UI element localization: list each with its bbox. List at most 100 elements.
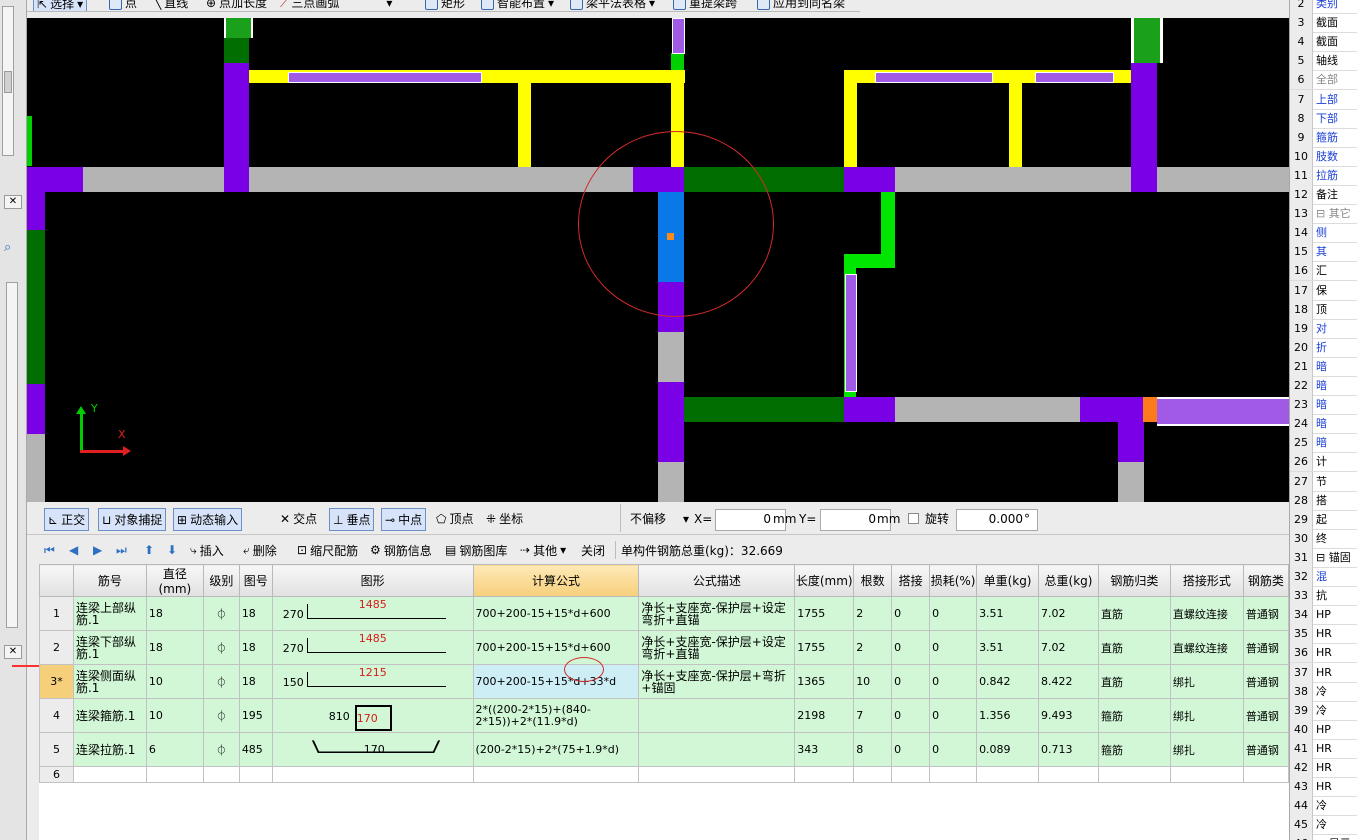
vertical-scrollbar[interactable] bbox=[2, 6, 14, 156]
property-row[interactable]: 45 冷 bbox=[1290, 815, 1357, 836]
shape-cell[interactable]: 170 bbox=[271, 732, 474, 767]
property-row[interactable]: 27 节 bbox=[1290, 471, 1357, 492]
scale-rebar-button[interactable]: ⊡ 缩尺配筋 bbox=[297, 541, 358, 559]
table-cell[interactable]: 直螺纹连接 bbox=[1169, 630, 1244, 665]
property-row[interactable]: 17 保 bbox=[1290, 280, 1357, 301]
table-cell[interactable] bbox=[238, 766, 273, 783]
property-row[interactable]: 21 暗 bbox=[1290, 356, 1357, 377]
table-cell[interactable]: 7 bbox=[853, 698, 893, 733]
first-record-icon[interactable]: ⏮ bbox=[44, 541, 55, 559]
col-header-formula[interactable]: 计算公式 bbox=[472, 564, 640, 597]
offset-mode-select[interactable]: 不偏移 ▾ bbox=[627, 508, 692, 529]
property-row[interactable]: 31 ⊟ 锚固 bbox=[1290, 547, 1357, 568]
description-cell[interactable] bbox=[638, 732, 796, 767]
grade-cell[interactable]: ⏀ bbox=[202, 596, 240, 631]
table-cell[interactable]: 3.51 bbox=[976, 596, 1040, 631]
coordinate-snap[interactable]: ⁜ 坐标 bbox=[483, 508, 526, 529]
property-row[interactable]: 34 HP bbox=[1290, 605, 1357, 626]
intersection-snap[interactable]: ✕ 交点 bbox=[277, 508, 320, 529]
formula-cell[interactable]: (200-2*15)+2*(75+1.9*d) bbox=[472, 732, 640, 767]
property-row[interactable]: 42 HR bbox=[1290, 758, 1357, 778]
shape-cell[interactable]: 150 1215 bbox=[271, 664, 474, 699]
rebar-name-cell[interactable]: 连梁下部纵筋.1 bbox=[72, 630, 147, 665]
table-cell[interactable]: 0 bbox=[929, 630, 978, 665]
table-row[interactable]: 5 连梁拉筋.1 6 ⏀ 485 170 (200-2*15)+2*(75+1.9*d) 34… bbox=[39, 732, 1289, 767]
grade-cell[interactable]: ⏀ bbox=[202, 664, 240, 699]
table-cell[interactable]: 0.842 bbox=[976, 664, 1040, 699]
table-cell[interactable]: 0 bbox=[929, 732, 978, 767]
table-cell[interactable]: 195 bbox=[238, 698, 273, 733]
table-row[interactable]: 1 连梁上部纵筋.1 18 ⏀ 18 270 1485 700+200-15+15*d+600… bbox=[39, 596, 1289, 631]
table-cell[interactable]: 9.493 bbox=[1038, 698, 1099, 733]
col-header[interactable]: 公式描述 bbox=[638, 564, 796, 597]
table-cell[interactable]: 343 bbox=[794, 732, 855, 767]
table-cell[interactable] bbox=[976, 766, 1040, 783]
table-cell[interactable]: 直筋 bbox=[1097, 664, 1171, 699]
table-cell[interactable]: 485 bbox=[238, 732, 273, 767]
property-row[interactable]: 3 截面 bbox=[1290, 13, 1357, 34]
property-row[interactable]: 24 暗 bbox=[1290, 414, 1357, 435]
table-cell[interactable]: 8 bbox=[853, 732, 893, 767]
grade-cell[interactable]: ⏀ bbox=[202, 698, 240, 733]
table-cell[interactable]: 1.356 bbox=[976, 698, 1040, 733]
close-icon[interactable]: ✕ bbox=[4, 195, 22, 209]
scroll-thumb[interactable] bbox=[4, 71, 12, 93]
table-cell[interactable]: 普通钢 bbox=[1242, 664, 1289, 699]
property-row[interactable]: 20 折 bbox=[1290, 337, 1357, 358]
other-menu-button[interactable]: ⇢ 其他 ▾ bbox=[520, 541, 566, 559]
table-cell[interactable]: 3.51 bbox=[976, 630, 1040, 665]
table-cell[interactable] bbox=[271, 766, 474, 783]
col-header[interactable]: 级别 bbox=[202, 564, 240, 597]
table-cell[interactable]: 普通钢 bbox=[1242, 698, 1289, 733]
dropdown-arrow-icon[interactable]: ▾ bbox=[77, 0, 83, 11]
table-cell[interactable]: 0 bbox=[929, 664, 978, 699]
table-cell[interactable]: 直螺纹连接 bbox=[1169, 596, 1244, 631]
table-cell[interactable] bbox=[638, 766, 796, 783]
table-cell[interactable]: 18 bbox=[238, 596, 273, 631]
search-icon[interactable]: ⌕ bbox=[4, 240, 20, 256]
rebar-name-cell[interactable]: 连梁拉筋.1 bbox=[72, 732, 147, 767]
rebar-name-cell[interactable]: 连梁上部纵筋.1 bbox=[72, 596, 147, 631]
midpoint-snap[interactable]: ⊸ 中点 bbox=[381, 508, 427, 531]
col-header[interactable]: 长度(mm) bbox=[794, 564, 855, 597]
table-cell[interactable] bbox=[853, 766, 893, 783]
formula-cell[interactable]: 700+200-15+15*d+600 bbox=[472, 596, 640, 631]
rebar-info-button[interactable]: ⚙ 钢筋信息 bbox=[370, 541, 432, 559]
property-row[interactable]: 14 侧 bbox=[1290, 223, 1357, 244]
row-index[interactable]: 4 bbox=[39, 698, 74, 733]
table-cell[interactable]: 0 bbox=[929, 596, 978, 631]
object-snap-toggle[interactable]: ⊔ 对象捕捉 bbox=[98, 508, 167, 531]
table-cell[interactable] bbox=[794, 766, 855, 783]
table-cell[interactable]: 6 bbox=[145, 732, 204, 767]
property-row[interactable]: 40 HP bbox=[1290, 719, 1357, 740]
property-row[interactable]: 6 全部 bbox=[1290, 70, 1357, 91]
table-row[interactable]: 2 连梁下部纵筋.1 18 ⏀ 18 270 1485 700+200-15+15*d+600… bbox=[39, 630, 1289, 665]
move-down-icon[interactable]: ⬇ bbox=[167, 541, 177, 559]
table-cell[interactable]: 7.02 bbox=[1038, 596, 1099, 631]
property-row[interactable]: 11 拉筋 bbox=[1290, 165, 1357, 186]
property-row[interactable]: 41 HR bbox=[1290, 738, 1357, 759]
dropdown-arrow-icon[interactable]: ▾ bbox=[386, 0, 392, 11]
table-cell[interactable]: 0.713 bbox=[1038, 732, 1099, 767]
table-cell[interactable]: 2198 bbox=[794, 698, 855, 733]
property-row[interactable]: 43 HR bbox=[1290, 777, 1357, 798]
property-row[interactable]: 44 冷 bbox=[1290, 796, 1357, 817]
property-row[interactable]: 23 暗 bbox=[1290, 395, 1357, 416]
property-row[interactable]: 39 冷 bbox=[1290, 700, 1357, 721]
table-cell[interactable]: 0 bbox=[891, 698, 931, 733]
table-cell[interactable]: 18 bbox=[145, 596, 204, 631]
table-cell[interactable]: 箍筋 bbox=[1097, 698, 1171, 733]
table-cell[interactable]: 18 bbox=[238, 630, 273, 665]
rectangle-tool[interactable]: 矩形 bbox=[425, 0, 465, 11]
property-row[interactable]: 19 对 bbox=[1290, 318, 1357, 339]
formula-cell[interactable]: 2*((200-2*15)+(840-2*15))+2*(11.9*d) bbox=[472, 698, 640, 733]
table-cell[interactable] bbox=[472, 766, 640, 783]
table-cell[interactable]: 0.089 bbox=[976, 732, 1040, 767]
table-cell[interactable]: 普通钢 bbox=[1242, 732, 1289, 767]
table-cell[interactable]: 7.02 bbox=[1038, 630, 1099, 665]
property-row[interactable]: 16 汇 bbox=[1290, 261, 1357, 282]
table-cell[interactable]: 2 bbox=[853, 630, 893, 665]
drawing-canvas[interactable]: Y X bbox=[27, 18, 1289, 502]
col-header[interactable]: 直径(mm) bbox=[145, 564, 204, 597]
three-point-arc-tool[interactable]: ⟋ 三点画弧 ▾ bbox=[280, 0, 392, 11]
